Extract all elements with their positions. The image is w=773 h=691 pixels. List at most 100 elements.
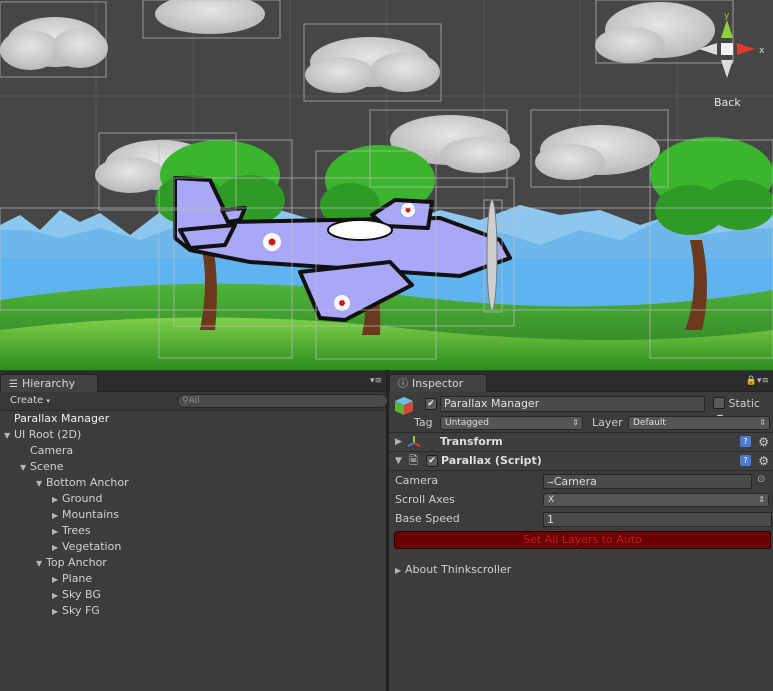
hierarchy-item[interactable]: ▼ Top Anchor [0, 555, 386, 571]
hierarchy-item[interactable]: ▼ Bottom Anchor [0, 475, 386, 491]
hierarchy-item[interactable]: ▼ Scene [0, 459, 386, 475]
inspector-header: ✔ Parallax Manager Static ▼ Tag Untagged… [389, 392, 773, 433]
foldout-arrow-icon[interactable]: ▶ [52, 588, 62, 604]
base-speed-input[interactable]: 1 [543, 512, 772, 527]
hierarchy-item[interactable]: ▶ Vegetation [0, 539, 386, 555]
hierarchy-item[interactable]: ▼ UI Root (2D) [0, 427, 386, 443]
active-checkbox[interactable]: ✔ [425, 398, 437, 410]
search-placeholder: All [188, 396, 200, 406]
camera-label: Camera [395, 474, 439, 487]
gear-icon[interactable]: ⚙ [758, 433, 769, 451]
layer-value: Default [633, 418, 666, 428]
hierarchy-toolbar: Create ▾ ⚲All [0, 392, 388, 411]
foldout-arrow-icon[interactable]: ▶ [52, 508, 62, 524]
inspector-panel: ⓘ Inspector 🔒▾≡ ✔ Parallax Manager Static… [389, 371, 773, 691]
hierarchy-tabbar: ☰ Hierarchy ▾≡ [0, 371, 386, 392]
transform-component-header[interactable]: ▶ Transform ? ⚙ [389, 433, 773, 452]
static-label: Static [728, 397, 760, 410]
script-file-icon: 🗎 [409, 454, 418, 467]
collapse-arrow-icon[interactable]: ▼ [395, 452, 402, 470]
foldout-arrow-icon[interactable]: ▼ [20, 460, 30, 476]
tag-dropdown[interactable]: Untagged ⇕ [440, 416, 583, 430]
layer-label: Layer [592, 416, 623, 429]
hierarchy-item-label: Vegetation [62, 540, 122, 553]
hierarchy-item-label: Bottom Anchor [46, 476, 129, 489]
help-icon[interactable]: ? [740, 436, 751, 447]
hierarchy-item[interactable]: Camera [0, 443, 386, 459]
hierarchy-item-label: Parallax Manager [14, 412, 110, 425]
create-button[interactable]: Create ▾ [4, 394, 56, 408]
scene-artwork [0, 0, 773, 370]
foldout-arrow-icon[interactable]: ▼ [4, 428, 14, 444]
base-speed-label: Base Speed [395, 512, 460, 525]
tag-label: Tag [414, 416, 433, 429]
scene-view[interactable]: y x Back [0, 0, 773, 370]
foldout-arrow-icon[interactable]: ▼ [36, 556, 46, 572]
tab-hierarchy-label: Hierarchy [21, 377, 76, 390]
gameobject-cube-icon [395, 397, 413, 415]
chevron-updown-icon: ⇕ [759, 418, 766, 427]
about-foldout[interactable]: ▶ About Thinkscroller [389, 561, 773, 579]
script-fields: Camera ⊸Camera ⊙ Scroll Axes X ⇕ Base Spe… [389, 471, 773, 561]
transform-label: Transform [440, 435, 503, 448]
hierarchy-item-label: Camera [30, 444, 74, 457]
hierarchy-item-label: Ground [62, 492, 103, 505]
set-all-layers-auto-button[interactable]: Set All Layers to Auto [394, 531, 771, 549]
hierarchy-item-label: Trees [62, 524, 91, 537]
lock-and-menu-icon[interactable]: 🔒▾≡ [746, 376, 769, 386]
search-icon: ⚲ [182, 396, 189, 406]
expand-arrow-icon[interactable]: ▶ [395, 562, 405, 580]
help-icon[interactable]: ? [740, 455, 751, 466]
list-icon: ☰ [9, 379, 18, 390]
hierarchy-search-input[interactable]: ⚲All [177, 394, 388, 408]
expand-arrow-icon[interactable]: ▶ [395, 433, 402, 451]
create-button-label: Create [10, 395, 44, 406]
foldout-arrow-icon[interactable]: ▶ [52, 492, 62, 508]
panel-menu-icon[interactable]: ▾≡ [370, 376, 382, 386]
tab-hierarchy[interactable]: ☰ Hierarchy [0, 374, 98, 392]
hierarchy-tree: Parallax Manager ▼ UI Root (2D) Camera ▼ Scen… [0, 411, 386, 619]
hierarchy-item-label: UI Root (2D) [14, 428, 82, 441]
hierarchy-item-label: Mountains [62, 508, 119, 521]
orientation-gizmo-icon[interactable]: y x [683, 0, 773, 110]
scroll-axes-value: X [548, 495, 555, 505]
chevron-down-icon: ▾ [46, 397, 50, 405]
gizmo-y-label: y [724, 11, 730, 21]
object-picker-icon[interactable]: ⊙ [757, 474, 765, 485]
gizmo-x-label: x [759, 46, 765, 56]
hierarchy-item-label: Sky BG [62, 588, 101, 601]
chevron-updown-icon: ⇕ [572, 418, 579, 427]
foldout-arrow-icon[interactable]: ▼ [36, 476, 46, 492]
hierarchy-item[interactable]: ▶ Mountains [0, 507, 386, 523]
info-icon: ⓘ [398, 379, 408, 390]
hierarchy-item[interactable]: ▶ Plane [0, 571, 386, 587]
foldout-arrow-icon[interactable]: ▶ [52, 540, 62, 556]
hierarchy-item[interactable]: ▶ Sky BG [0, 587, 386, 603]
script-component-header[interactable]: ▼ 🗎 ✔ Parallax (Script) ? ⚙ [389, 452, 773, 471]
tab-inspector[interactable]: ⓘ Inspector [389, 374, 487, 392]
foldout-arrow-icon[interactable]: ▶ [52, 524, 62, 540]
static-checkbox[interactable] [713, 397, 725, 409]
layer-dropdown[interactable]: Default ⇕ [628, 416, 770, 430]
script-enabled-checkbox[interactable]: ✔ [426, 455, 438, 467]
tab-inspector-label: Inspector [412, 377, 464, 390]
hierarchy-item-label: Scene [30, 460, 64, 473]
camera-object-field[interactable]: ⊸Camera [543, 474, 752, 489]
transform-axes-icon [407, 436, 421, 447]
foldout-arrow-icon[interactable]: ▶ [52, 572, 62, 588]
hierarchy-item[interactable]: ▶ Sky FG [0, 603, 386, 619]
hierarchy-item-label: Sky FG [62, 604, 100, 617]
foldout-arrow-icon[interactable]: ▶ [52, 604, 62, 620]
hierarchy-item-label: Plane [62, 572, 93, 585]
scroll-axes-dropdown[interactable]: X ⇕ [543, 493, 769, 507]
tag-value: Untagged [445, 418, 490, 428]
chevron-updown-icon: ⇕ [758, 495, 765, 504]
hierarchy-item-label: Top Anchor [46, 556, 107, 569]
hierarchy-panel: ☰ Hierarchy ▾≡ Create ▾ ⚲All Parallax Man… [0, 371, 388, 691]
hierarchy-item[interactable]: ▶ Trees [0, 523, 386, 539]
inspector-tabbar: ⓘ Inspector 🔒▾≡ [389, 371, 773, 392]
hierarchy-item[interactable]: ▶ Ground [0, 491, 386, 507]
object-name-field[interactable]: Parallax Manager [440, 396, 705, 412]
hierarchy-item[interactable]: Parallax Manager [0, 411, 386, 427]
gear-icon[interactable]: ⚙ [758, 452, 769, 470]
